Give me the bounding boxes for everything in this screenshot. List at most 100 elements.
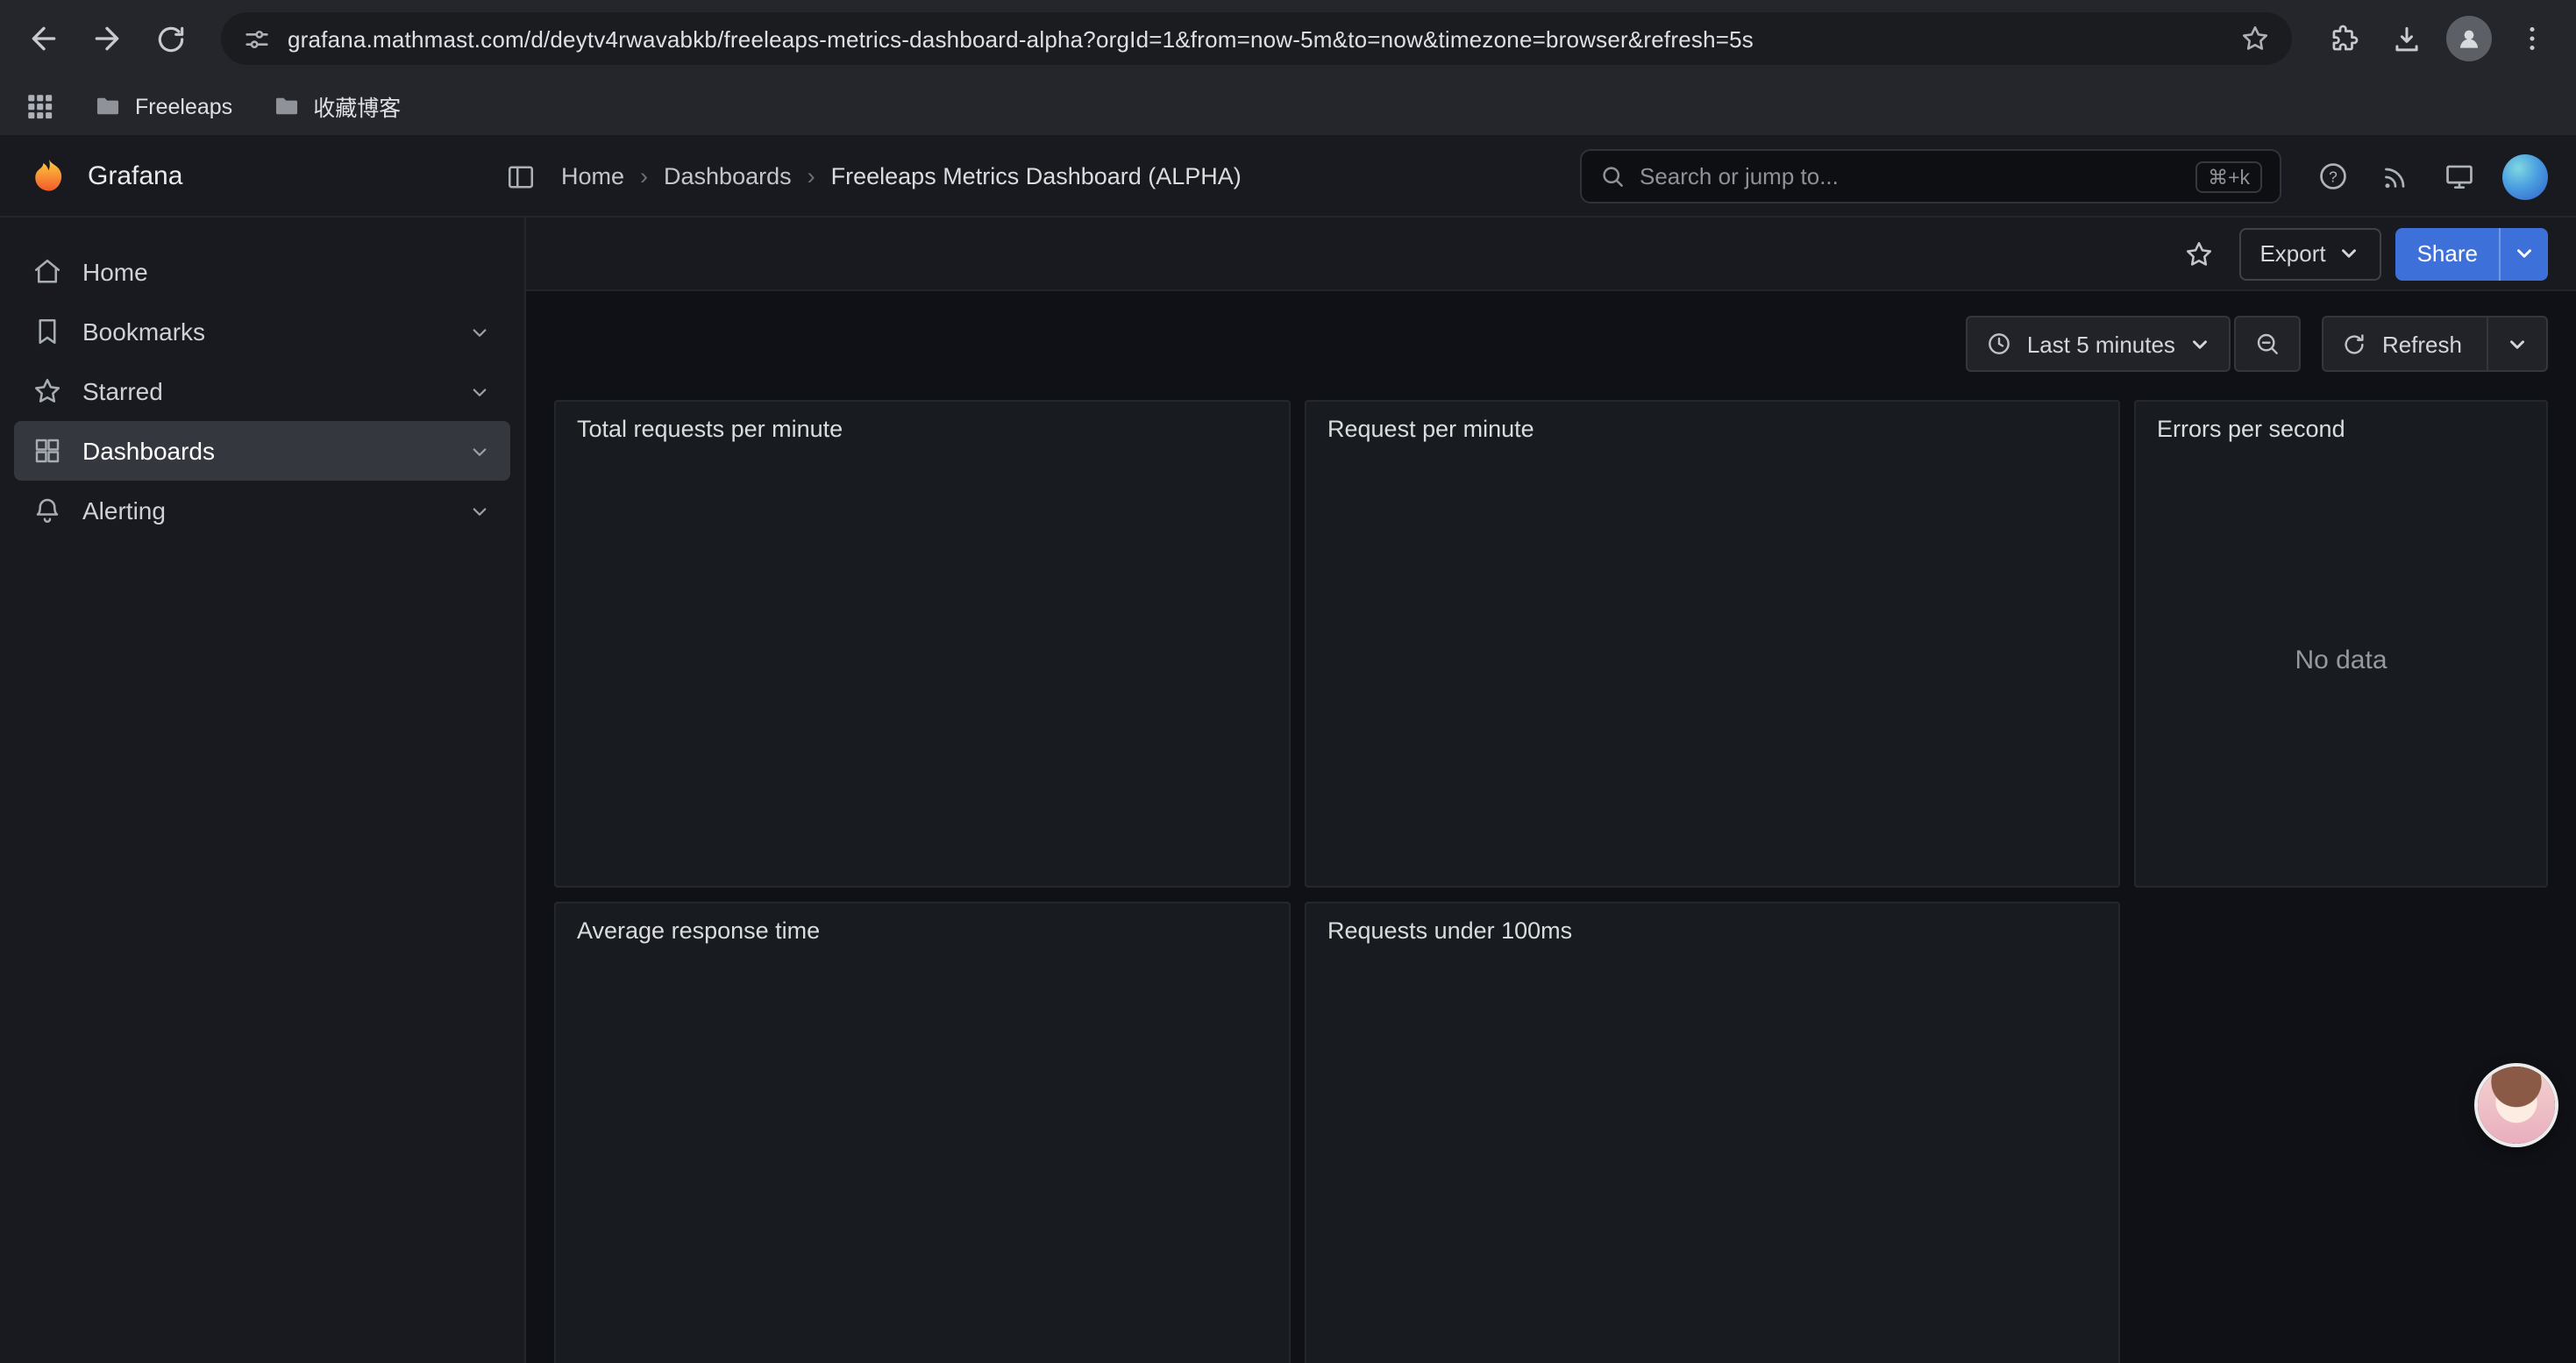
sidebar-item-bookmarks[interactable]: Bookmarks — [14, 302, 510, 361]
browser-profile-avatar[interactable] — [2446, 16, 2492, 61]
breadcrumb-dashboards[interactable]: Dashboards — [664, 163, 792, 189]
time-range-label: Last 5 minutes — [2027, 331, 2175, 357]
refresh-icon — [2342, 331, 2368, 357]
panel-title[interactable]: Total requests per minute — [556, 402, 1289, 446]
chevron-down-icon[interactable] — [466, 318, 493, 345]
chevron-right-icon: › — [808, 163, 815, 189]
export-button[interactable]: Export — [2238, 227, 2381, 280]
help-button[interactable]: ? — [2306, 150, 2359, 203]
star-icon — [2182, 238, 2214, 269]
average-response-time-chart[interactable] — [577, 951, 1103, 1363]
dashboards-icon — [32, 435, 63, 467]
extensions-button[interactable] — [2313, 9, 2373, 68]
legend-table — [1114, 467, 1268, 872]
display-button[interactable] — [2432, 150, 2485, 203]
zoom-out-button[interactable] — [2235, 316, 2302, 372]
browser-toolbar: grafana.mathmast.com/d/deytv4rwavabkb/fr… — [0, 0, 2576, 77]
grafana-nav-icons: ? — [2306, 150, 2548, 203]
dashboard-canvas: Export Share Last 5 minutes — [526, 218, 2576, 1363]
time-controls: Last 5 minutes Refresh — [526, 291, 2576, 372]
chevron-down-icon — [2513, 242, 2536, 265]
export-label: Export — [2259, 240, 2325, 267]
screen: grafana.mathmast.com/d/deytv4rwavabkb/fr… — [0, 0, 2576, 1363]
panel-grid: Total requests per minute Request per mi… — [526, 372, 2576, 1363]
search-placeholder: Search or jump to... — [1640, 163, 1839, 189]
panel-title[interactable]: Requests under 100ms — [1306, 903, 2118, 947]
assistant-avatar[interactable] — [2478, 1067, 2555, 1144]
sidebar-item-alerting[interactable]: Alerting — [14, 481, 510, 540]
chevron-down-icon[interactable] — [466, 497, 493, 524]
apps-grid-icon[interactable] — [25, 91, 54, 121]
forward-arrow-icon — [89, 21, 125, 56]
legend-table — [1864, 968, 2097, 1363]
sidebar: Home Bookmarks Starred Dashboards Alerti… — [0, 218, 526, 1363]
bookmark-label: 收藏博客 — [313, 89, 401, 123]
keyboard-shortcut-badge: ⌘+k — [2195, 161, 2262, 192]
back-button[interactable] — [14, 9, 74, 68]
chevron-down-icon — [2338, 242, 2361, 265]
bookmark-star-icon[interactable] — [2239, 23, 2271, 54]
folder-icon — [271, 91, 301, 121]
sidebar-item-label: Starred — [82, 377, 163, 405]
url-text: grafana.mathmast.com/d/deytv4rwavabkb/fr… — [288, 25, 2224, 52]
folder-icon — [93, 91, 123, 121]
reload-icon — [153, 22, 187, 55]
sidebar-item-starred[interactable]: Starred — [14, 361, 510, 421]
sidebar-item-label: Home — [82, 258, 148, 286]
reload-button[interactable] — [140, 9, 200, 68]
download-icon — [2389, 22, 2423, 55]
rss-icon — [2380, 161, 2411, 192]
person-icon — [2455, 25, 2483, 53]
bookmark-item-freeleaps[interactable]: Freeleaps — [93, 91, 232, 121]
browser-menu-button[interactable] — [2502, 9, 2562, 68]
share-menu-button[interactable] — [2499, 227, 2548, 280]
panel-requests-under-100ms: Requests under 100ms — [1305, 902, 2120, 1363]
home-icon — [32, 256, 63, 288]
panel-title[interactable]: Errors per second — [2136, 402, 2546, 446]
breadcrumb-current: Freeleaps Metrics Dashboard (ALPHA) — [831, 163, 1242, 189]
panel-title[interactable]: Request per minute — [1306, 402, 2118, 446]
bookmark-icon — [32, 316, 63, 347]
puzzle-icon — [2326, 22, 2359, 55]
chevron-down-icon[interactable] — [466, 378, 493, 404]
url-bar[interactable]: grafana.mathmast.com/d/deytv4rwavabkb/fr… — [221, 12, 2292, 65]
user-avatar[interactable] — [2502, 153, 2548, 199]
legend-inline — [1327, 861, 2097, 872]
legend-table — [1114, 968, 1268, 1363]
search-input[interactable]: Search or jump to... ⌘+k — [1580, 149, 2281, 203]
bookmark-item-blog[interactable]: 收藏博客 — [271, 89, 401, 123]
breadcrumb-home[interactable]: Home — [561, 163, 624, 189]
panel-title[interactable]: Average response time — [556, 903, 1289, 947]
refresh-label: Refresh — [2382, 331, 2462, 357]
sidebar-item-home[interactable]: Home — [14, 242, 510, 302]
panel-request-per-minute: Request per minute — [1305, 400, 2120, 888]
grafana-nav-left: Grafana — [28, 155, 537, 197]
svg-text:?: ? — [2328, 168, 2337, 185]
downloads-button[interactable] — [2376, 9, 2436, 68]
panel-total-requests-per-minute: Total requests per minute — [554, 400, 1291, 888]
requests-under-100ms-chart[interactable] — [1327, 951, 1854, 1363]
grafana-logo[interactable] — [28, 155, 70, 197]
sidebar-item-label: Dashboards — [82, 437, 215, 465]
favorite-dashboard-button[interactable] — [2172, 227, 2224, 280]
news-button[interactable] — [2369, 150, 2422, 203]
search-icon — [1599, 163, 1626, 189]
bookmarks-bar: Freeleaps 收藏博客 — [0, 77, 2576, 137]
time-range-picker[interactable]: Last 5 minutes — [1966, 316, 2231, 372]
breadcrumb: Home › Dashboards › Freeleaps Metrics Da… — [537, 163, 1559, 189]
dashboard-subheader: Export Share — [526, 218, 2576, 291]
back-arrow-icon — [26, 21, 61, 56]
refresh-interval-chevron-icon[interactable] — [2506, 332, 2529, 355]
request-per-minute-chart[interactable] — [1327, 449, 2097, 712]
total-requests-chart[interactable] — [577, 449, 1103, 872]
share-button[interactable]: Share — [2396, 227, 2548, 280]
refresh-button[interactable]: Refresh — [2323, 316, 2548, 372]
chevron-down-icon[interactable] — [466, 438, 493, 464]
sidebar-toggle-button[interactable] — [505, 161, 537, 192]
forward-button[interactable] — [77, 9, 137, 68]
grafana-top-nav: Grafana Home › Dashboards › Freeleaps Me… — [0, 137, 2576, 218]
sidebar-item-dashboards[interactable]: Dashboards — [14, 421, 510, 481]
sidebar-item-label: Alerting — [82, 496, 166, 525]
panel-average-response-time: Average response time — [554, 902, 1291, 1363]
site-settings-icon[interactable] — [242, 24, 272, 54]
